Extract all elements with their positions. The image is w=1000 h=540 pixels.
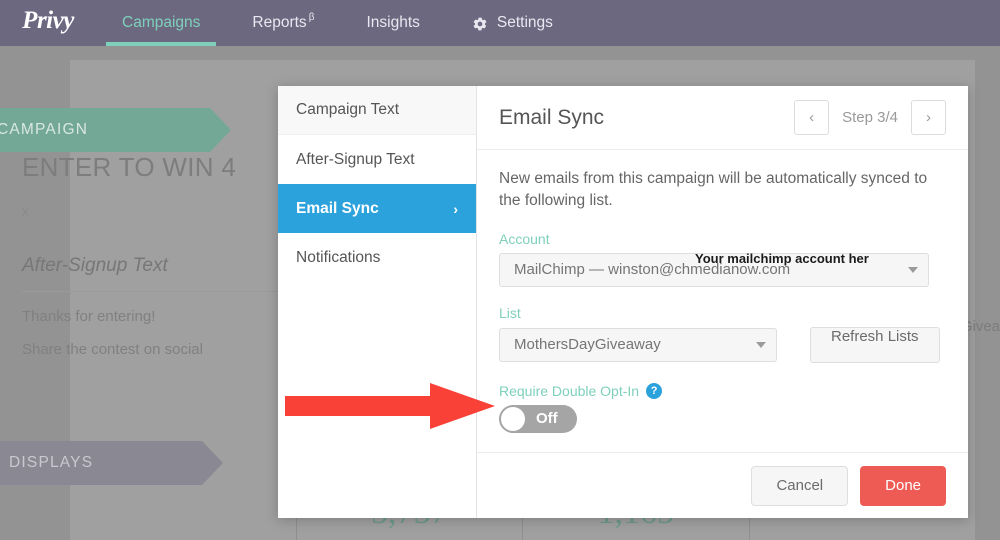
chevron-down-icon: [756, 341, 766, 348]
help-icon[interactable]: ?: [646, 382, 663, 399]
sidebar-item-email-sync[interactable]: Email Sync ›: [278, 184, 476, 233]
modal-main-area: Campaign Text After-Signup Text Email Sy…: [278, 86, 968, 518]
sidebar-item-after-signup-text[interactable]: After-Signup Text: [278, 135, 476, 184]
step-indicator-label: Step 3/4: [842, 109, 898, 126]
nav-label-campaigns: Campaigns: [122, 14, 201, 31]
displays-ribbon-label: DISPLAYS: [9, 454, 94, 471]
nav-label-insights: Insights: [366, 14, 420, 31]
gear-icon: [472, 16, 488, 32]
double-optin-toggle[interactable]: Off: [499, 404, 577, 433]
double-optin-label: Require Double Opt-In: [499, 382, 640, 399]
nav-item-campaigns[interactable]: Campaigns: [96, 0, 226, 46]
email-sync-modal: Campaign Text After-Signup Text Email Sy…: [278, 86, 968, 518]
nav-item-insights[interactable]: Insights: [340, 0, 445, 46]
nav-item-settings[interactable]: Settings: [446, 0, 579, 46]
intro-description: New emails from this campaign will be au…: [499, 170, 928, 210]
nav-label-settings: Settings: [496, 14, 553, 31]
next-step-button[interactable]: ›: [911, 100, 946, 135]
nav-item-reports[interactable]: Reports β: [226, 0, 340, 46]
double-optin-label-row: Require Double Opt-In ?: [499, 382, 946, 399]
modal-content-pane: Email Sync ‹ Step 3/4 › New emails from …: [477, 86, 968, 518]
refresh-lists-button[interactable]: Refresh Lists: [810, 326, 940, 363]
sidebar-label-notifications: Notifications: [296, 248, 381, 266]
toggle-knob: [501, 406, 525, 431]
list-select[interactable]: MothersDayGiveaway: [499, 327, 777, 362]
displays-section-ribbon: DISPLAYS: [0, 441, 223, 485]
sidebar-item-notifications[interactable]: Notifications: [278, 233, 476, 282]
campaign-ribbon-label: CAMPAIGN: [0, 121, 89, 138]
beta-superscript: β: [308, 11, 315, 23]
sidebar-label-after-signup-text: After-Signup Text: [296, 150, 415, 168]
sidebar-item-campaign-text[interactable]: Campaign Text: [278, 86, 476, 135]
previous-step-button[interactable]: ‹: [794, 100, 830, 135]
toggle-state-label: Off: [536, 410, 558, 428]
modal-title: Email Sync: [499, 105, 605, 129]
done-button[interactable]: Done: [860, 465, 946, 506]
privy-logo[interactable]: Privy: [0, 0, 96, 46]
account-select-value: MailChimp — winston@chmedianow.com: [514, 261, 791, 279]
campaign-section-ribbon: CAMPAIGN: [0, 108, 231, 152]
account-field-label: Account: [499, 230, 550, 247]
chevron-right-icon: ›: [453, 200, 458, 217]
modal-footer: Cancel Done: [477, 452, 968, 518]
account-select[interactable]: MailChimp — winston@chmedianow.com: [499, 252, 929, 287]
stat-cell: [70, 494, 296, 540]
sidebar-label-email-sync: Email Sync: [296, 199, 379, 217]
list-select-value: MothersDayGiveaway: [514, 336, 661, 354]
cancel-button[interactable]: Cancel: [751, 465, 849, 506]
list-field-label: List: [499, 304, 521, 321]
sidebar-label-campaign-text: Campaign Text: [296, 101, 400, 118]
chevron-down-icon: [908, 266, 918, 273]
nav-label-reports: Reports: [252, 14, 307, 31]
top-navigation-bar: Privy Campaigns Reports β Insights Settin…: [0, 0, 1000, 46]
modal-body: New emails from this campaign will be au…: [477, 150, 968, 452]
modal-header: Email Sync ‹ Step 3/4 ›: [477, 86, 968, 150]
modal-sidebar: Campaign Text After-Signup Text Email Sy…: [278, 86, 477, 518]
step-navigation: ‹ Step 3/4 ›: [794, 100, 946, 135]
list-field-row: MothersDayGiveaway Refresh Lists: [499, 326, 946, 363]
